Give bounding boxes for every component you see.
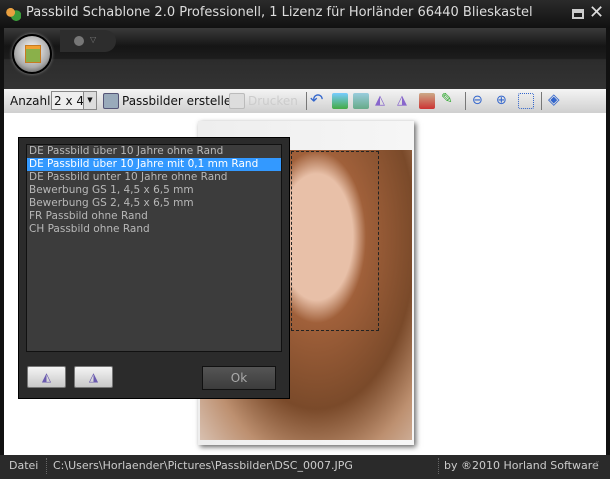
passport-photo-icon: [25, 45, 41, 63]
rotate-right-icon: ◮: [88, 370, 99, 384]
close-button[interactable]: ✕: [589, 2, 604, 23]
quick-access-toolbar[interactable]: ▽: [60, 30, 116, 52]
app-menu-button[interactable]: [12, 34, 52, 74]
rotate-right-button[interactable]: ◮: [74, 366, 113, 388]
status-bar: Datei C:\Users\Horlaender\Pictures\Passb…: [0, 455, 610, 479]
status-label: Datei: [9, 459, 39, 472]
list-item[interactable]: DE Passbild unter 10 Jahre ohne Rand: [27, 171, 281, 184]
red-eye-icon[interactable]: [419, 93, 435, 109]
undo-icon[interactable]: ↶: [310, 90, 326, 109]
toolbar: Anzahl 2 x 4 ▼ Passbilder erstellen Druc…: [4, 89, 606, 113]
rotate-left-icon[interactable]: ◭: [375, 93, 391, 109]
copyright: by ®2010 Horland Software: [444, 459, 599, 472]
list-item[interactable]: DE Passbild über 10 Jahre ohne Rand: [27, 145, 281, 158]
zoom-in-icon[interactable]: ⊕: [496, 93, 512, 109]
anzahl-value: 2 x 4: [54, 94, 84, 108]
list-item[interactable]: FR Passbild ohne Rand: [27, 210, 281, 223]
print-button[interactable]: Drucken: [248, 94, 298, 108]
anzahl-label: Anzahl: [10, 94, 51, 108]
chevron-down-icon: ▽: [90, 35, 97, 44]
app-logo-icon: [5, 6, 21, 22]
list-item[interactable]: Bewerbung GS 1, 4,5 x 6,5 mm: [27, 184, 281, 197]
crop-frame[interactable]: [291, 151, 379, 331]
list-item[interactable]: Bewerbung GS 2, 4,5 x 6,5 mm: [27, 197, 281, 210]
printer-icon: [229, 93, 245, 109]
separator: [541, 92, 542, 110]
separator: [465, 92, 466, 110]
fit-selection-icon[interactable]: [518, 93, 534, 109]
file-path: C:\Users\Horlaender\Pictures\Passbilder\…: [53, 459, 353, 472]
info-icon[interactable]: ◈: [548, 90, 564, 108]
list-item-selected[interactable]: DE Passbild über 10 Jahre mit 0,1 mm Ran…: [27, 158, 281, 171]
window-title: Passbild Schablone 2.0 Professionell, 1 …: [26, 5, 533, 20]
ok-button[interactable]: Ok: [202, 366, 276, 390]
template-list[interactable]: DE Passbild über 10 Jahre ohne Rand DE P…: [26, 144, 282, 352]
resize-grip-icon[interactable]: ⁄⁄: [594, 460, 597, 471]
dropdown-arrow-icon: ▼: [83, 92, 96, 109]
maximize-button[interactable]: [572, 9, 584, 19]
eyedropper-icon[interactable]: ✎: [441, 91, 457, 107]
rotate-right-icon[interactable]: ◮: [397, 93, 413, 109]
quick-access-dot-icon: [74, 36, 84, 46]
create-photos-icon: [103, 93, 119, 109]
create-photos-button[interactable]: Passbilder erstellen: [122, 94, 239, 108]
title-bar: Passbild Schablone 2.0 Professionell, 1 …: [0, 0, 610, 28]
zoom-out-icon[interactable]: ⊖: [472, 93, 488, 109]
load-image-icon[interactable]: [332, 93, 348, 109]
separator: [306, 92, 307, 110]
image-icon[interactable]: [353, 93, 369, 109]
list-item[interactable]: CH Passbild ohne Rand: [27, 223, 281, 236]
rotate-left-button[interactable]: ◭: [27, 366, 66, 388]
anzahl-select[interactable]: 2 x 4 ▼: [51, 91, 97, 110]
rotate-left-icon: ◭: [41, 370, 52, 384]
